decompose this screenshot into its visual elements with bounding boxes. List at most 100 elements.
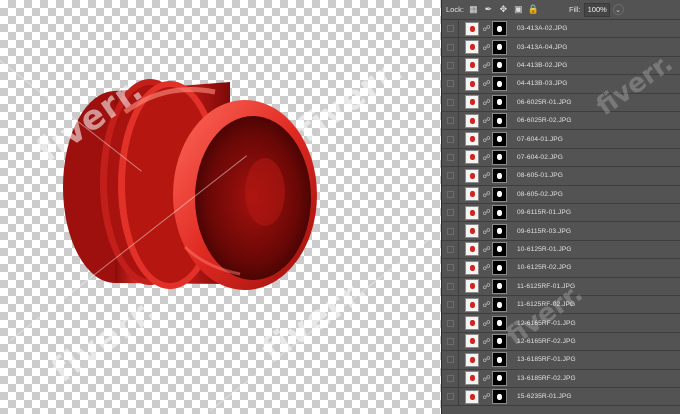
link-chain-icon[interactable]: ☍: [481, 319, 492, 328]
layer-row[interactable]: ☍ 10-6125R-02.JPG: [442, 259, 680, 278]
layer-visibility-toggle[interactable]: [442, 388, 459, 406]
layer-thumbnail[interactable]: [465, 168, 479, 183]
link-chain-icon[interactable]: ☍: [481, 43, 492, 52]
layer-mask-thumbnail[interactable]: [492, 39, 507, 55]
layer-row[interactable]: ☍ 07-604-02.JPG: [442, 148, 680, 168]
layer-mask-thumbnail[interactable]: [492, 260, 507, 276]
layer-mask-thumbnail[interactable]: [492, 352, 507, 368]
layer-name[interactable]: 06-6025R-01.JPG: [517, 99, 572, 106]
layer-row[interactable]: ☍ 06-6025R-02.JPG: [442, 112, 680, 131]
layer-visibility-toggle[interactable]: [442, 112, 459, 130]
layer-mask-thumbnail[interactable]: [492, 278, 507, 294]
lock-all-icon[interactable]: 🔒: [528, 4, 539, 15]
layer-visibility-toggle[interactable]: [442, 314, 459, 332]
link-chain-icon[interactable]: ☍: [481, 190, 492, 199]
layer-visibility-toggle[interactable]: [442, 75, 459, 93]
layer-row[interactable]: ☍ 09-6115R-01.JPG: [442, 204, 680, 223]
lock-artboard-icon[interactable]: ▣: [513, 4, 524, 15]
layer-name[interactable]: 15-6235R-01.JPG: [517, 393, 572, 400]
layer-mask-thumbnail[interactable]: [492, 223, 507, 239]
layer-mask-thumbnail[interactable]: [492, 186, 507, 202]
layer-thumbnail[interactable]: [465, 260, 479, 275]
layer-row[interactable]: ☍ 04-413B-02.JPG: [442, 56, 680, 76]
layer-visibility-toggle[interactable]: [442, 130, 459, 148]
link-chain-icon[interactable]: ☍: [481, 263, 492, 272]
layer-mask-thumbnail[interactable]: [492, 370, 507, 386]
layer-thumbnail[interactable]: [465, 21, 479, 36]
layer-name[interactable]: 03-413A-04.JPG: [517, 44, 568, 51]
layer-mask-thumbnail[interactable]: [492, 76, 507, 92]
link-chain-icon[interactable]: ☍: [481, 135, 492, 144]
layer-name[interactable]: 07-604-01.JPG: [517, 136, 563, 143]
layer-mask-thumbnail[interactable]: [492, 241, 507, 257]
fill-input[interactable]: 100%: [583, 2, 610, 17]
layer-thumbnail[interactable]: [465, 389, 479, 404]
layer-name[interactable]: 11-6125RF-01.JPG: [517, 283, 575, 290]
layer-visibility-toggle[interactable]: [442, 332, 459, 351]
layer-name[interactable]: 07-604-02.JPG: [517, 154, 563, 161]
layer-row[interactable]: ☍ 12-6165RF-02.JPG: [442, 332, 680, 352]
layer-mask-thumbnail[interactable]: [492, 168, 507, 184]
layer-name[interactable]: 12-6165RF-01.JPG: [517, 320, 576, 327]
layer-visibility-toggle[interactable]: [442, 56, 459, 75]
layer-mask-thumbnail[interactable]: [492, 205, 507, 221]
layer-thumbnail[interactable]: [465, 352, 479, 367]
layer-row[interactable]: ☍ 07-604-01.JPG: [442, 130, 680, 149]
layer-row[interactable]: ☍ 08-605-01.JPG: [442, 167, 680, 186]
layer-name[interactable]: 13-6185RF-02.JPG: [517, 375, 576, 382]
layer-thumbnail[interactable]: [465, 187, 479, 202]
layer-visibility-toggle[interactable]: [442, 259, 459, 277]
layer-thumbnail[interactable]: [465, 224, 479, 239]
layer-mask-thumbnail[interactable]: [492, 389, 507, 405]
layer-row[interactable]: ☍ 03-413A-02.JPG: [442, 20, 680, 39]
layer-visibility-toggle[interactable]: [442, 93, 459, 111]
layer-name[interactable]: 11-6125RF-02.JPG: [517, 301, 575, 308]
link-chain-icon[interactable]: ☍: [481, 116, 492, 125]
layer-visibility-toggle[interactable]: [442, 240, 459, 259]
layer-row[interactable]: ☍ 04-413B-03.JPG: [442, 75, 680, 94]
layer-row[interactable]: ☍ 09-6115R-03.JPG: [442, 222, 680, 241]
layer-thumbnail[interactable]: [465, 371, 479, 386]
layer-row[interactable]: ☍ 15-6235R-01.JPG: [442, 388, 680, 407]
lock-position-icon[interactable]: ✥: [498, 4, 509, 15]
layer-name[interactable]: 08-605-01.JPG: [517, 172, 563, 179]
layer-visibility-toggle[interactable]: [442, 20, 459, 38]
layer-thumbnail[interactable]: [465, 297, 479, 312]
layer-name[interactable]: 08-605-02.JPG: [517, 191, 563, 198]
layer-mask-thumbnail[interactable]: [492, 57, 507, 73]
lock-image-pixels-icon[interactable]: ✒: [483, 4, 494, 15]
layer-mask-thumbnail[interactable]: [492, 149, 507, 165]
link-chain-icon[interactable]: ☍: [481, 337, 492, 346]
layer-row[interactable]: ☍ 10-6125R-01.JPG: [442, 240, 680, 260]
link-chain-icon[interactable]: ☍: [481, 300, 492, 309]
layer-name[interactable]: 06-6025R-02.JPG: [517, 117, 572, 124]
layer-mask-thumbnail[interactable]: [492, 131, 507, 147]
layer-name[interactable]: 10-6125R-02.JPG: [517, 264, 572, 271]
layer-mask-thumbnail[interactable]: [492, 113, 507, 129]
layer-visibility-toggle[interactable]: [442, 296, 459, 314]
link-chain-icon[interactable]: ☍: [481, 374, 492, 383]
layer-thumbnail[interactable]: [465, 316, 479, 331]
link-chain-icon[interactable]: ☍: [481, 171, 492, 180]
layer-mask-thumbnail[interactable]: [492, 333, 507, 349]
document-canvas[interactable]: fiverr. fiverr. fiverr. fiverr.: [0, 0, 441, 414]
link-chain-icon[interactable]: ☍: [481, 392, 492, 401]
layer-visibility-toggle[interactable]: [442, 222, 459, 240]
layer-row[interactable]: ☍ 12-6165RF-01.JPG: [442, 314, 680, 333]
layer-name[interactable]: 13-6185RF-01.JPG: [517, 356, 576, 363]
layer-row[interactable]: ☍ 08-605-02.JPG: [442, 185, 680, 204]
layer-visibility-toggle[interactable]: [442, 204, 459, 222]
link-chain-icon[interactable]: ☍: [481, 282, 492, 291]
layer-thumbnail[interactable]: [465, 132, 479, 147]
layer-thumbnail[interactable]: [465, 279, 479, 294]
layer-mask-thumbnail[interactable]: [492, 94, 507, 110]
link-chain-icon[interactable]: ☍: [481, 98, 492, 107]
layer-thumbnail[interactable]: [465, 150, 479, 165]
layer-name[interactable]: 09-6115R-01.JPG: [517, 209, 571, 216]
link-chain-icon[interactable]: ☍: [481, 153, 492, 162]
layer-visibility-toggle[interactable]: [442, 277, 459, 295]
layer-visibility-toggle[interactable]: [442, 38, 459, 56]
layer-thumbnail[interactable]: [465, 95, 479, 110]
layer-thumbnail[interactable]: [465, 334, 479, 349]
layer-mask-thumbnail[interactable]: [492, 315, 507, 331]
